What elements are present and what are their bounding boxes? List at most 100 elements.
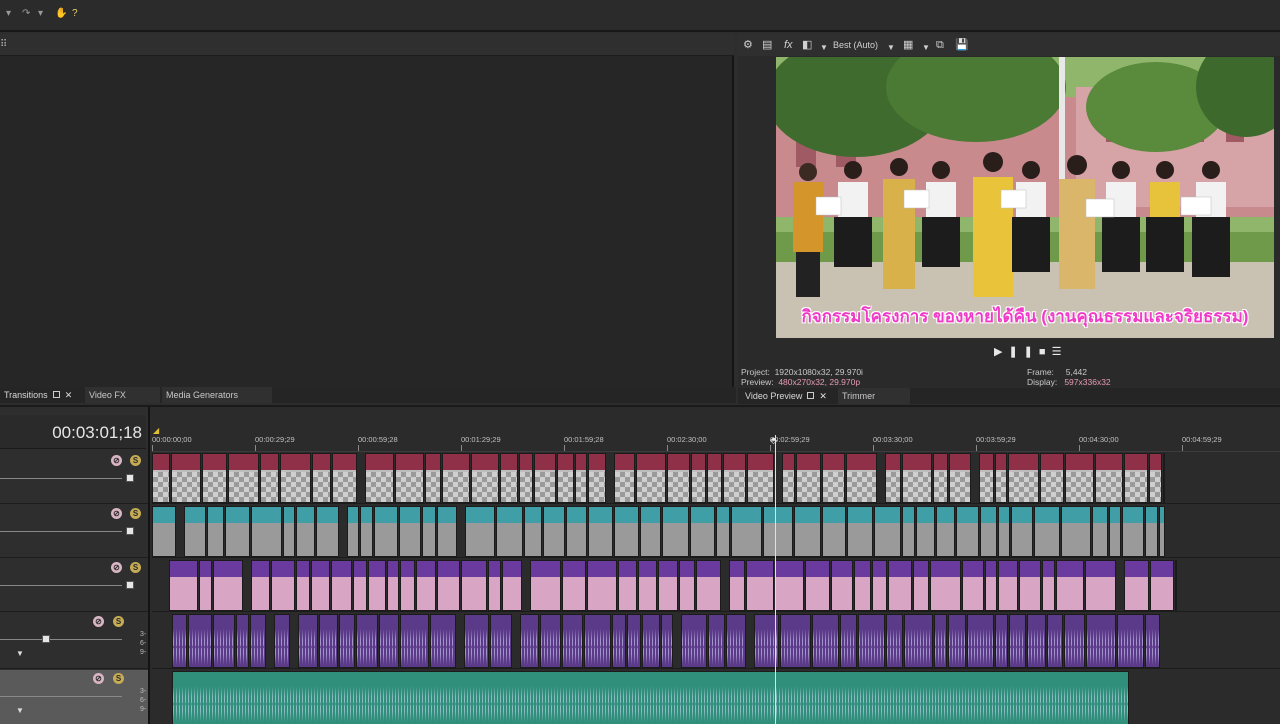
- audio-event[interactable]: [1009, 614, 1026, 668]
- audio-event[interactable]: [995, 614, 1008, 668]
- video-event[interactable]: [1175, 560, 1177, 611]
- audio-event[interactable]: [540, 614, 561, 668]
- video-event[interactable]: [746, 560, 774, 611]
- loop-marker-icon[interactable]: ◢: [153, 426, 159, 435]
- audio-event[interactable]: [400, 614, 429, 668]
- video-event[interactable]: [442, 453, 470, 503]
- video-event[interactable]: [985, 560, 997, 611]
- audio-event[interactable]: [1086, 614, 1116, 668]
- audio-track-header-2[interactable]: ⊘ S ▼ 3- 6- 9-: [0, 670, 148, 724]
- chevron-down-icon[interactable]: ▼: [922, 42, 930, 53]
- video-track-header-2[interactable]: ⊘ S: [0, 505, 148, 558]
- expand-arrow-icon[interactable]: ▼: [16, 706, 24, 715]
- mute-icon[interactable]: ⊘: [111, 508, 122, 519]
- video-event[interactable]: [228, 453, 259, 503]
- video-event[interactable]: [496, 506, 523, 557]
- redo-icon[interactable]: ↷: [22, 9, 32, 19]
- level-slider[interactable]: [0, 531, 122, 532]
- video-event[interactable]: [1061, 506, 1091, 557]
- video-event[interactable]: [1159, 506, 1165, 557]
- video-event[interactable]: [614, 453, 635, 503]
- save-snapshot-icon[interactable]: 💾: [955, 40, 969, 51]
- tab-video-preview[interactable]: Video Preview ✕: [741, 388, 831, 404]
- video-event[interactable]: [271, 560, 295, 611]
- video-event[interactable]: [332, 453, 357, 503]
- pause-icon[interactable]: ❚❚: [1008, 346, 1038, 358]
- video-event[interactable]: [543, 506, 565, 557]
- gear-icon[interactable]: ⚙: [743, 40, 753, 51]
- video-event[interactable]: [368, 560, 386, 611]
- video-event[interactable]: [207, 506, 224, 557]
- video-event[interactable]: [846, 453, 877, 503]
- video-event[interactable]: [822, 506, 846, 557]
- video-event[interactable]: [437, 560, 460, 611]
- audio-event[interactable]: [726, 614, 746, 668]
- close-icon[interactable]: ✕: [819, 391, 827, 401]
- video-event[interactable]: [400, 560, 415, 611]
- video-event[interactable]: [283, 506, 295, 557]
- video-event[interactable]: [662, 506, 689, 557]
- video-event[interactable]: [184, 506, 206, 557]
- audio-event[interactable]: [319, 614, 338, 668]
- video-event[interactable]: [171, 453, 201, 503]
- video-event[interactable]: [1149, 453, 1162, 503]
- video-event[interactable]: [638, 560, 657, 611]
- tab-transitions[interactable]: Transitions ✕: [0, 387, 76, 403]
- audio-event[interactable]: [520, 614, 539, 668]
- audio-event[interactable]: [213, 614, 235, 668]
- video-event[interactable]: [502, 560, 522, 611]
- audio-event[interactable]: [274, 614, 290, 668]
- video-event[interactable]: [658, 560, 678, 611]
- solo-icon[interactable]: S: [113, 673, 124, 684]
- video-event[interactable]: [707, 453, 722, 503]
- solo-icon[interactable]: S: [113, 616, 124, 627]
- slider-knob[interactable]: [126, 581, 134, 589]
- maximize-icon[interactable]: [52, 391, 60, 398]
- video-event[interactable]: [902, 453, 932, 503]
- audio-event[interactable]: [708, 614, 725, 668]
- video-event[interactable]: [280, 453, 311, 503]
- audio-event[interactable]: [840, 614, 857, 668]
- video-event[interactable]: [311, 560, 330, 611]
- audio-event[interactable]: [967, 614, 994, 668]
- video-event[interactable]: [202, 453, 227, 503]
- video-event[interactable]: [885, 453, 901, 503]
- video-event[interactable]: [1034, 506, 1060, 557]
- video-event[interactable]: [425, 453, 441, 503]
- video-event[interactable]: [667, 453, 690, 503]
- video-event[interactable]: [1042, 560, 1055, 611]
- video-event[interactable]: [312, 453, 331, 503]
- audio-event[interactable]: [490, 614, 512, 668]
- audio-event[interactable]: [172, 614, 187, 668]
- video-event[interactable]: [872, 560, 887, 611]
- audio-event[interactable]: [1047, 614, 1063, 668]
- audio-event[interactable]: [188, 614, 212, 668]
- video-event[interactable]: [461, 560, 487, 611]
- video-event[interactable]: [1109, 506, 1121, 557]
- video-event[interactable]: [213, 560, 243, 611]
- play-icon[interactable]: ▶: [994, 346, 1008, 358]
- audio-event[interactable]: [584, 614, 611, 668]
- stop-icon[interactable]: ■: [1039, 346, 1052, 358]
- volume-slider[interactable]: [0, 696, 122, 697]
- video-event[interactable]: [471, 453, 499, 503]
- video-event[interactable]: [691, 453, 706, 503]
- audio-event[interactable]: [1064, 614, 1085, 668]
- video-event[interactable]: [936, 506, 955, 557]
- tab-media-generators[interactable]: Media Generators: [162, 387, 272, 403]
- whats-this-icon[interactable]: ?: [72, 9, 82, 19]
- video-event[interactable]: [930, 560, 961, 611]
- undo-dropdown-icon[interactable]: ▾: [6, 9, 16, 19]
- video-event[interactable]: [422, 506, 436, 557]
- video-event[interactable]: [365, 453, 394, 503]
- mute-icon[interactable]: ⊘: [111, 562, 122, 573]
- video-event[interactable]: [152, 506, 176, 557]
- video-event[interactable]: [696, 560, 721, 611]
- video-event[interactable]: [399, 506, 421, 557]
- video-event[interactable]: [723, 453, 746, 503]
- video-event[interactable]: [995, 453, 1007, 503]
- audio-event[interactable]: [812, 614, 839, 668]
- audio-event[interactable]: [250, 614, 266, 668]
- video-event[interactable]: [747, 453, 774, 503]
- video-event[interactable]: [260, 453, 279, 503]
